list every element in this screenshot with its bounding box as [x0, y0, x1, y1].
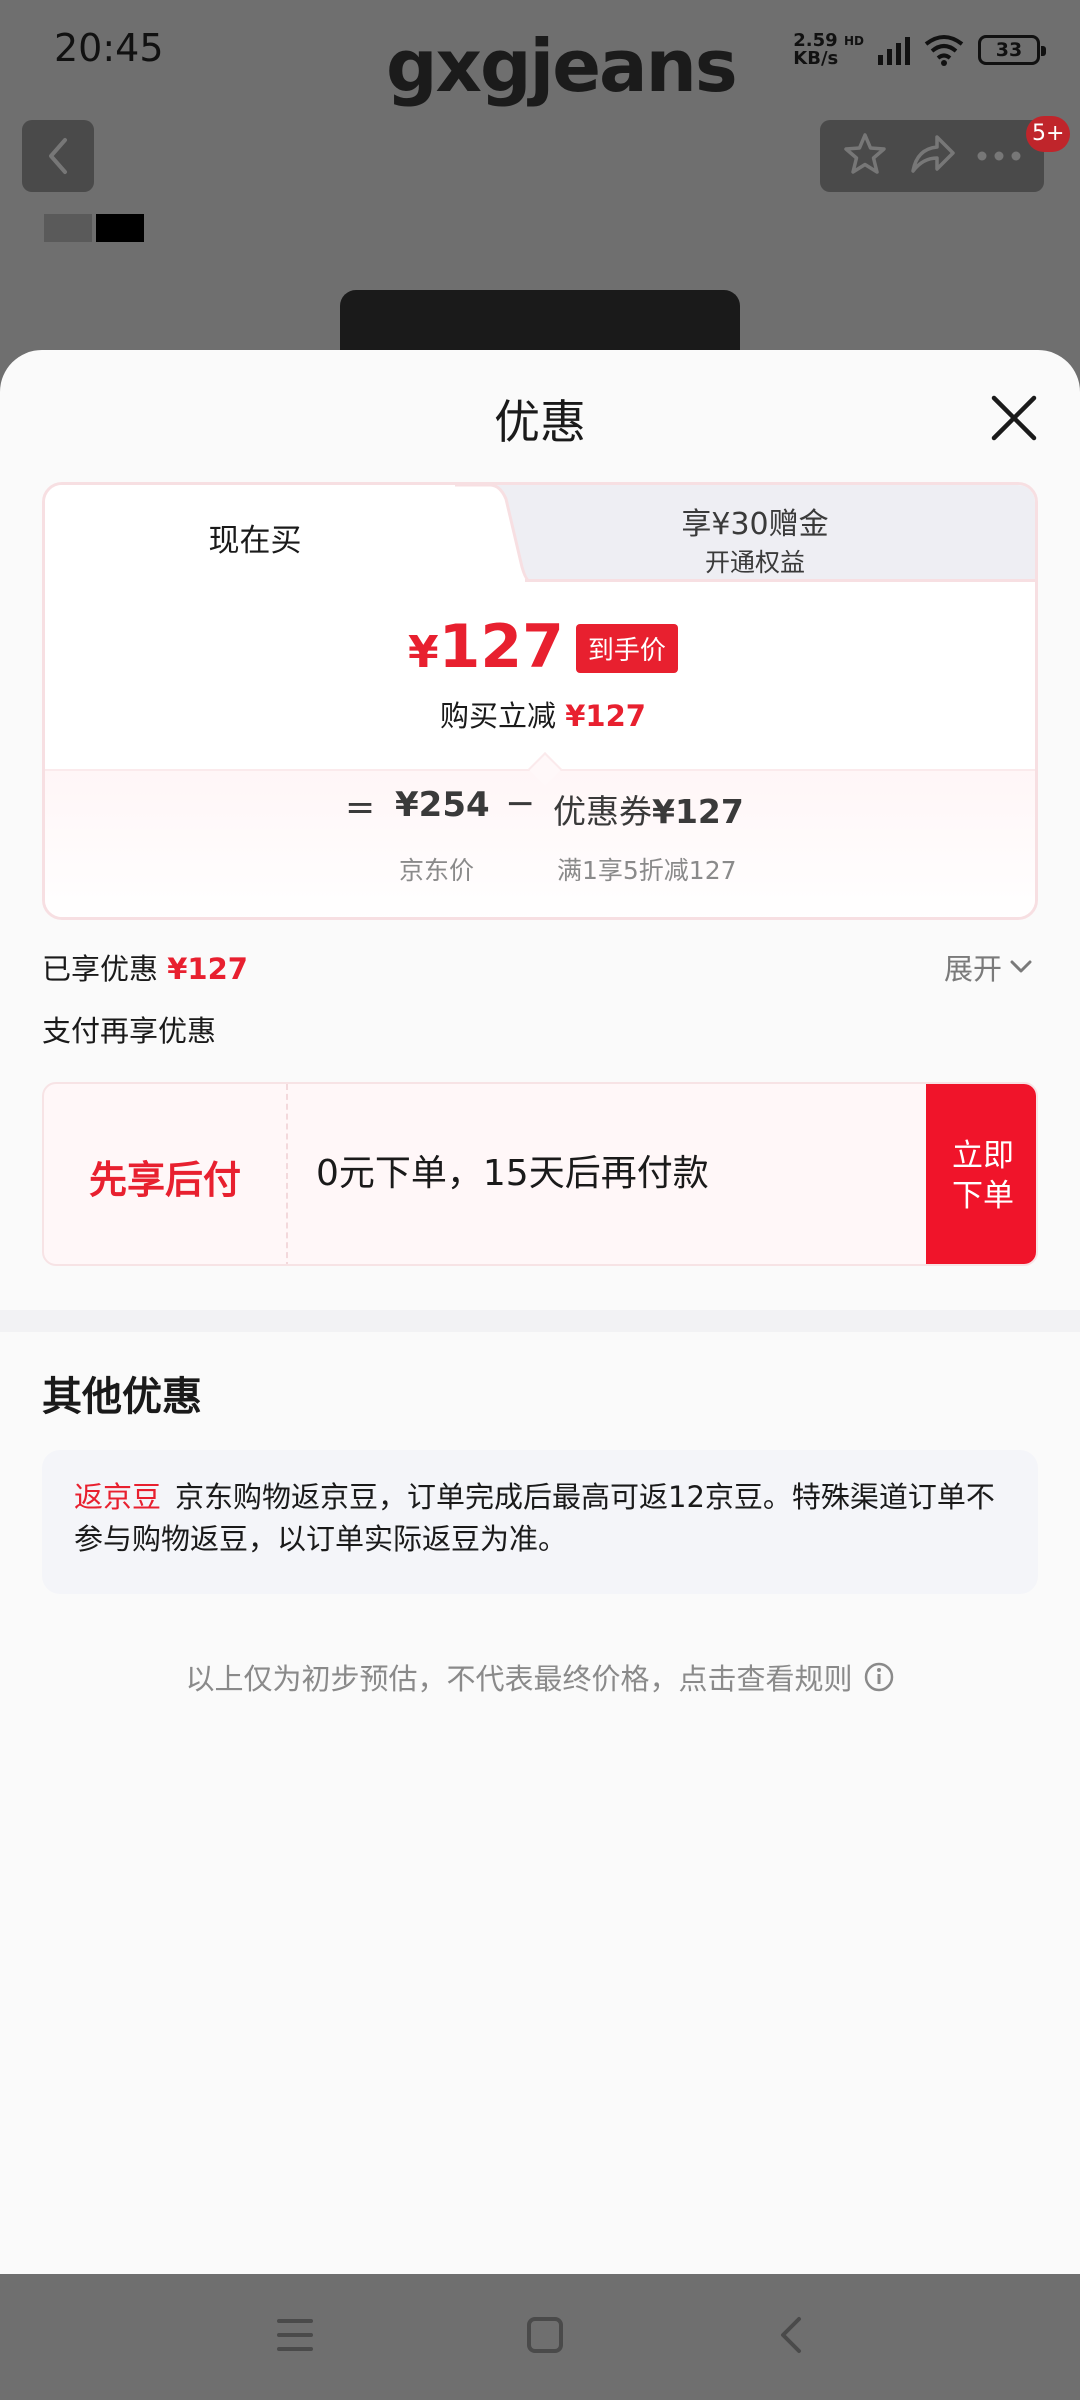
chevron-down-icon: [1010, 960, 1032, 973]
enjoyed-label: 已享优惠: [42, 952, 159, 986]
pay-more-label: 支付再享优惠: [42, 1014, 217, 1048]
status-time: 20:45: [54, 26, 164, 70]
coupon-amount: ¥127: [652, 792, 744, 831]
cell-signal-icon: [878, 35, 910, 65]
notification-badge: 5+: [1026, 116, 1071, 152]
menu-icon[interactable]: [275, 2317, 315, 2357]
swatch-gray[interactable]: [44, 214, 92, 242]
wifi-icon: [924, 34, 964, 66]
price-card: 现在买 享¥30赠金 开通权益 ¥127 到手价 购买立减 ¥127 = ¥25…: [42, 482, 1038, 920]
coupon-caption: 满1享5折减127: [557, 856, 737, 885]
product-page-background: 20:45 2.59 HD KB/s 33 gxgjeans 5+: [0, 0, 1080, 380]
rules-link[interactable]: 以上仅为初步预估，不代表最终价格，点击查看规则: [0, 1656, 1080, 1698]
bnpl-title: 先享后付: [44, 1084, 288, 1264]
instant-reduce-amount: ¥127: [565, 699, 646, 733]
jd-bean-info: 返京豆 京东购物返京豆，订单完成后最高可返12京豆。特殊渠道订单不参与购物返豆，以…: [42, 1450, 1038, 1594]
formula-equals: =: [345, 787, 376, 828]
jd-price: ¥254: [395, 785, 490, 825]
final-price: ¥127: [408, 617, 564, 683]
network-speed: 2.59 HD KB/s: [793, 32, 864, 68]
final-price-amount: 127: [438, 612, 564, 682]
home-icon[interactable]: [525, 2315, 565, 2359]
close-icon: [991, 395, 1037, 441]
tab-divider: [525, 579, 1035, 582]
final-price-row: ¥127 到手价: [45, 617, 1035, 683]
jd-price-caption: 京东价: [399, 856, 475, 885]
product-actions: [820, 120, 1044, 192]
bnpl-description: 0元下单，15天后再付款: [316, 1153, 709, 1194]
coupon-value: 优惠券¥127: [553, 785, 744, 833]
network-speed-unit: KB/s: [793, 48, 839, 69]
jd-bean-text: 京东购物返京豆，订单完成后最高可返12京豆。特殊渠道订单不参与购物返豆，以订单实…: [74, 1480, 995, 1556]
other-discounts-title: 其他优惠: [42, 1374, 202, 1420]
enjoyed-amount: ¥127: [167, 952, 248, 986]
hd-label: HD: [843, 34, 864, 48]
color-swatches: [44, 214, 144, 242]
tab-membership-subtitle: 开通权益: [704, 548, 805, 577]
brand-logo: gxgjeans: [386, 24, 738, 108]
battery-icon: 33: [978, 35, 1046, 65]
section-divider: [0, 1310, 1080, 1332]
order-now-line1: 立即: [952, 1138, 1014, 1174]
discount-sheet: 优惠 现在买 享¥30赠金 开通权益 ¥127 到手价 购买立减 ¥127 = …: [0, 350, 1080, 2274]
favorite-star-icon[interactable]: [842, 131, 888, 181]
instant-reduce-label: 购买立减: [440, 699, 557, 733]
price-formula: = ¥254 − 优惠券¥127 京东价 满1享5折减127: [45, 769, 1035, 917]
info-icon: [864, 1662, 893, 1692]
back-button[interactable]: [22, 120, 94, 192]
chevron-left-icon: [49, 138, 67, 174]
expand-label: 展开: [944, 952, 1003, 986]
swatch-black[interactable]: [96, 214, 144, 242]
tab-buy-now-label: 现在买: [208, 523, 302, 559]
order-now-line2: 下单: [952, 1178, 1014, 1214]
currency-symbol: ¥: [408, 627, 439, 678]
enjoyed-discount: 已享优惠 ¥127: [42, 946, 248, 988]
status-icons: 2.59 HD KB/s 33: [793, 30, 1046, 70]
system-navigation-bar: [0, 2274, 1080, 2400]
tab-membership-title: 享¥30赠金: [681, 507, 829, 542]
final-price-tag: 到手价: [575, 624, 678, 673]
back-nav-icon[interactable]: [775, 2315, 805, 2359]
jd-bean-tag: 返京豆: [74, 1480, 162, 1514]
sheet-title: 优惠: [494, 395, 586, 449]
instant-reduce-row: 购买立减 ¥127: [45, 693, 1035, 735]
close-button[interactable]: [984, 388, 1044, 448]
expand-button[interactable]: 展开: [944, 946, 1032, 988]
order-now-button[interactable]: 立即 下单: [926, 1084, 1036, 1264]
coupon-label: 优惠券: [553, 792, 652, 831]
share-icon[interactable]: [907, 131, 957, 181]
disclaimer-text: 以上仅为初步预估，不代表最终价格，点击查看规则: [185, 1662, 853, 1696]
bnpl-card[interactable]: 先享后付 0元下单，15天后再付款 立即 下单: [42, 1082, 1038, 1266]
more-icon[interactable]: [976, 147, 1022, 166]
formula-minus: −: [505, 783, 536, 824]
